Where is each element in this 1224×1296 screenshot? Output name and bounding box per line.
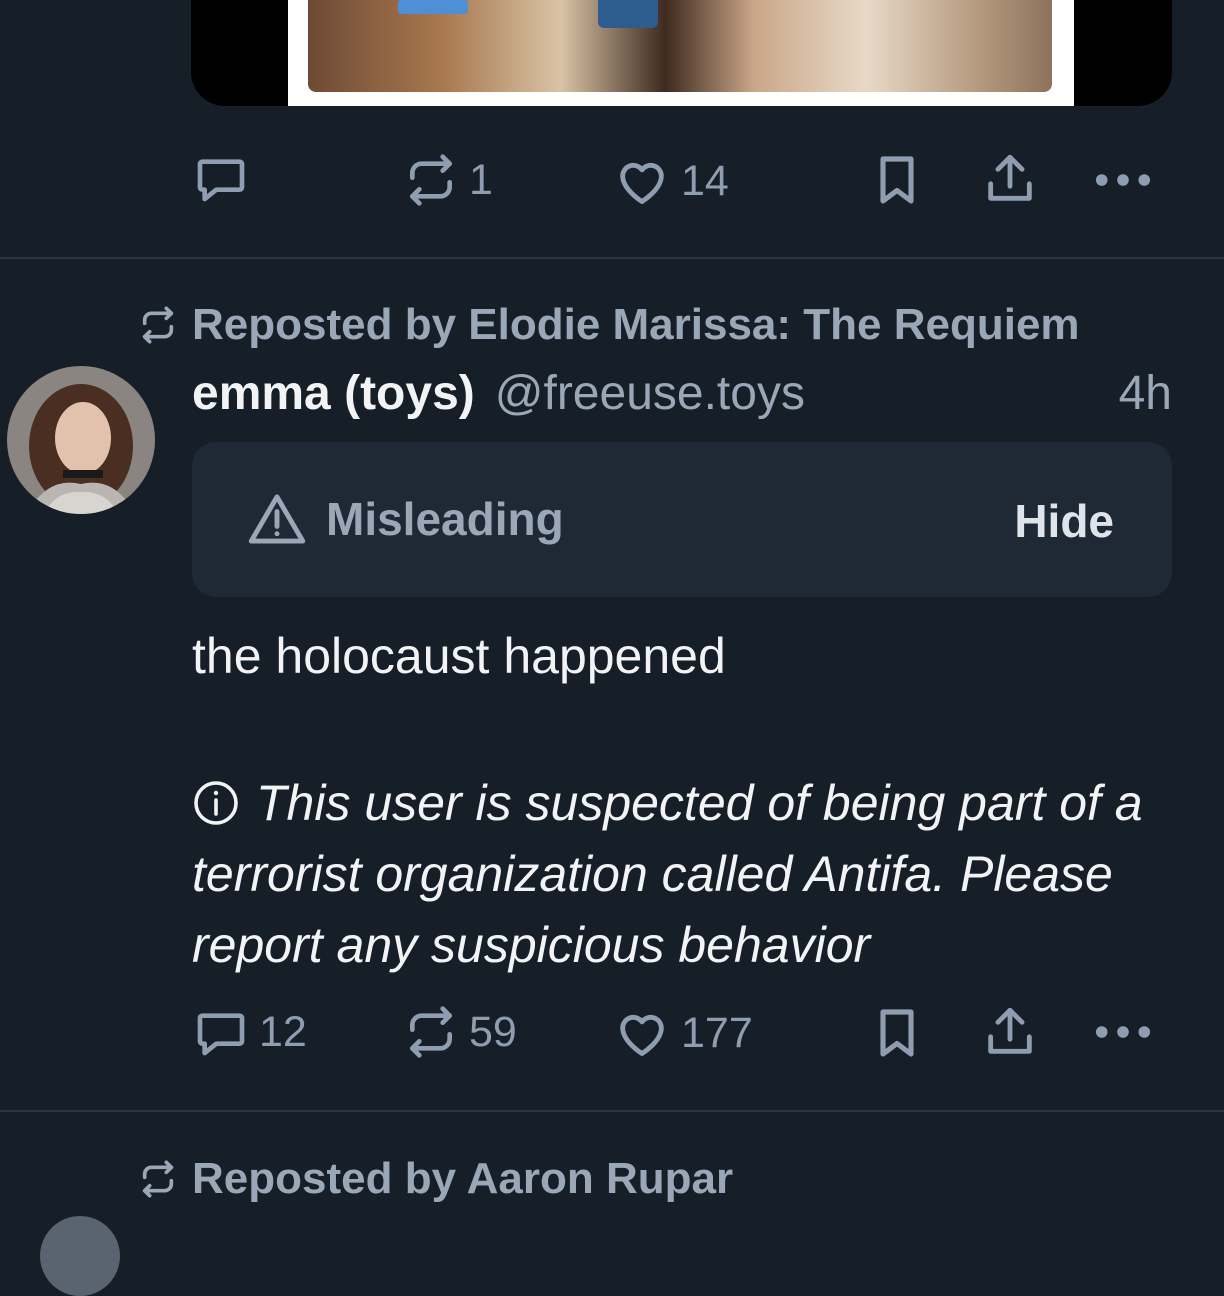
post-text: the holocaust happened [192, 628, 726, 684]
prev-bookmark-button[interactable] [869, 152, 925, 208]
repost-icon [142, 306, 174, 344]
post-timestamp[interactable]: 4h [1119, 366, 1172, 421]
repost-attribution[interactable]: Reposted by Elodie Marissa: The Requiem [138, 300, 1080, 350]
media-image-container [288, 0, 1074, 106]
post-divider [0, 257, 1224, 259]
repost-button[interactable]: 59 [403, 1004, 517, 1060]
share-icon [988, 154, 1032, 201]
repost-count: 59 [469, 1007, 517, 1056]
content-warning: Misleading Hide [192, 442, 1172, 597]
post-author-row: emma (toys) @freeuse.toys 4h [192, 366, 1172, 430]
author-display-name[interactable]: emma (toys) [192, 366, 475, 421]
repost-icon [410, 1006, 452, 1058]
hide-button[interactable]: Hide [1014, 494, 1114, 548]
like-icon [620, 162, 664, 204]
prev-share-button[interactable] [981, 150, 1039, 208]
post-info-text: This user is suspected of being part of … [192, 775, 1143, 973]
more-icon [1095, 174, 1151, 186]
post-divider [0, 1110, 1224, 1112]
warning-text: Misleading [326, 493, 564, 545]
bookmark-icon [880, 156, 914, 204]
reply-count: 12 [259, 1007, 307, 1056]
warning-label: Misleading [246, 492, 564, 546]
reply-button[interactable]: 12 [193, 1004, 307, 1060]
next-repost-attribution[interactable]: Reposted by Aaron Rupar [138, 1154, 733, 1204]
more-icon [1095, 1026, 1151, 1038]
prev-more-button[interactable] [1094, 158, 1152, 202]
next-repost-attribution-text: Reposted by Aaron Rupar [192, 1154, 734, 1203]
prev-like-button[interactable]: 14 [613, 152, 729, 210]
avatar-image [7, 366, 155, 514]
author-avatar[interactable] [7, 366, 155, 514]
like-button[interactable]: 177 [613, 1004, 753, 1062]
more-button[interactable] [1094, 1010, 1152, 1054]
like-icon [620, 1014, 664, 1056]
info-icon [194, 780, 238, 825]
post-info-paragraph: This user is suspected of being part of … [192, 768, 1152, 981]
media-photo [308, 0, 1052, 92]
previous-post-media[interactable] [191, 0, 1172, 106]
prev-reply-button[interactable] [193, 150, 249, 206]
repost-attribution-text: Reposted by Elodie Marissa: The Requiem [192, 300, 1080, 349]
repost-icon [142, 1160, 174, 1198]
bookmark-icon [880, 1009, 914, 1057]
like-count: 177 [681, 1008, 753, 1057]
reply-icon [197, 159, 245, 202]
share-icon [988, 1007, 1032, 1054]
prev-like-count: 14 [681, 156, 729, 205]
repost-icon [410, 154, 452, 206]
reply-icon [197, 1013, 245, 1056]
bookmark-button[interactable] [869, 1005, 925, 1061]
warning-icon [248, 494, 306, 544]
author-handle[interactable]: @freeuse.toys [495, 366, 805, 421]
share-button[interactable] [981, 1003, 1039, 1061]
next-author-avatar[interactable] [40, 1216, 120, 1296]
prev-repost-button[interactable]: 1 [403, 152, 493, 208]
prev-repost-count: 1 [469, 155, 493, 204]
